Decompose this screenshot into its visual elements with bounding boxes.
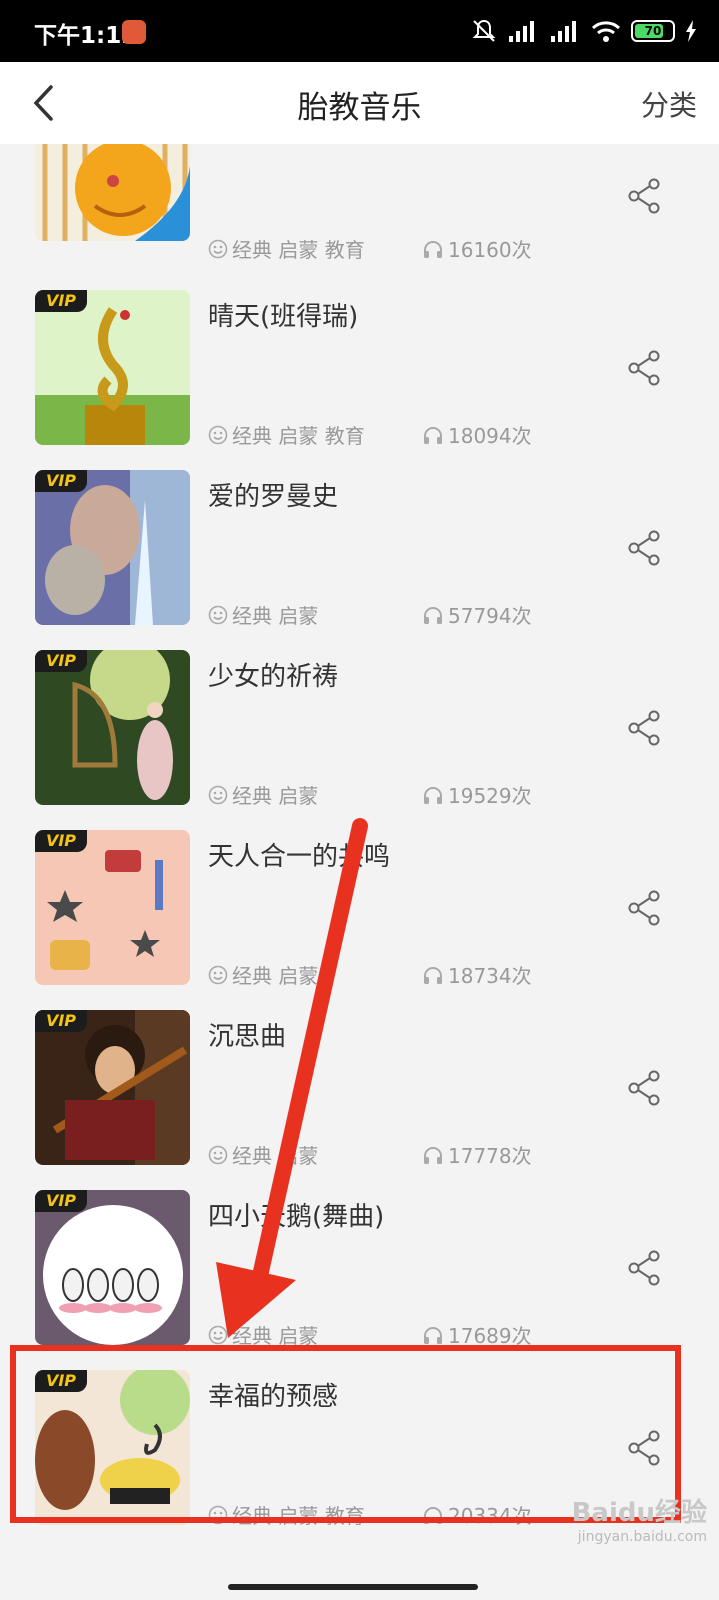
watermark-brand: Baidu经验: [571, 1498, 707, 1528]
home-indicator[interactable]: [228, 1584, 478, 1590]
watermark-url: jingyan.baidu.com: [577, 1529, 707, 1545]
watermark: Baidu经验 jingyan.baidu.com: [572, 1492, 707, 1545]
